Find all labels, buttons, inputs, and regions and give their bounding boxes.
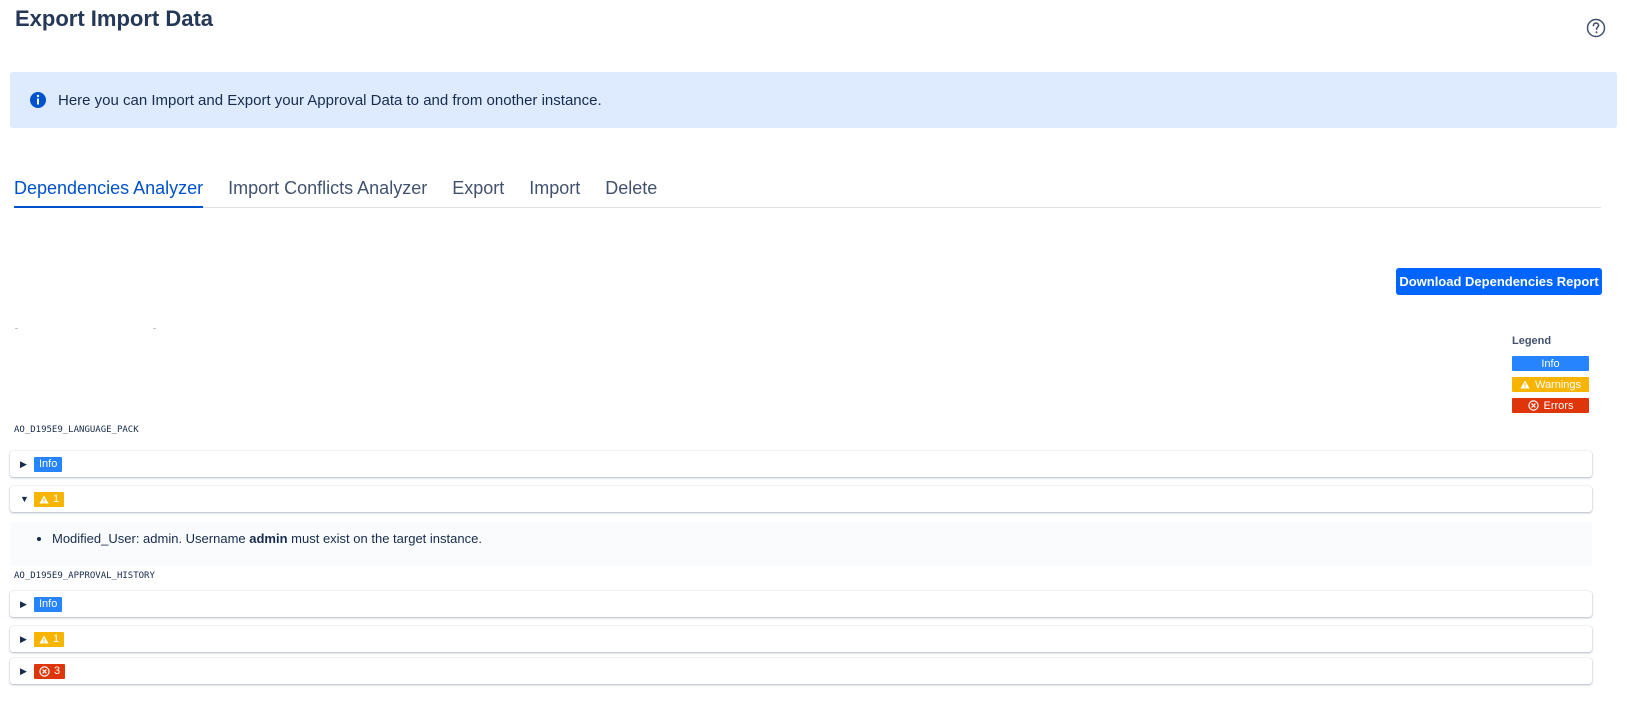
warning-triangle-icon [39, 495, 49, 504]
table-name-language-pack: AO_D195E9_LANGUAGE_PACK [14, 425, 139, 435]
warnings-detail-list: Modified_User: admin. Username admin mus… [10, 531, 1592, 546]
detail-text-suffix: must exist on the target instance. [287, 531, 482, 546]
legend-title: Legend [1512, 335, 1552, 347]
warnings-detail-panel: Modified_User: admin. Username admin mus… [10, 522, 1592, 566]
page-title: Export Import Data [15, 6, 214, 31]
warnings-count: 1 [53, 633, 60, 645]
info-row[interactable]: ▶ Info [10, 451, 1592, 477]
info-banner-text: Here you can Import and Export your Appr… [58, 91, 602, 109]
tab-export[interactable]: Export [452, 178, 504, 206]
collapsed-arrow-icon: ▶ [20, 458, 27, 469]
table-name-approval-history: AO_D195E9_APPROVAL_HISTORY [14, 571, 155, 581]
info-badge-label: Info [39, 598, 58, 610]
tab-import-conflicts-analyzer[interactable]: Import Conflicts Analyzer [228, 178, 427, 206]
detail-text-prefix: Modified_User: admin. Username [52, 531, 250, 546]
warnings-row[interactable]: ▼ 1 [10, 486, 1592, 512]
info-row[interactable]: ▶ Info [10, 591, 1592, 617]
warning-triangle-icon [1520, 380, 1530, 389]
warnings-count: 1 [53, 493, 60, 505]
tab-delete[interactable]: Delete [605, 178, 657, 206]
legend-info-label: Info [1541, 357, 1560, 370]
info-badge: Info [34, 596, 63, 612]
collapsed-arrow-icon: ▶ [20, 633, 27, 644]
errors-count: 3 [54, 665, 61, 677]
warnings-row[interactable]: ▶ 1 [10, 626, 1592, 652]
expanded-arrow-icon: ▼ [20, 494, 29, 504]
legend-errors-label: Errors [1543, 399, 1574, 412]
warning-triangle-icon [39, 635, 49, 644]
legend-warnings-badge: Warnings [1512, 377, 1589, 392]
question-circle-icon[interactable] [1586, 18, 1606, 38]
tab-import[interactable]: Import [529, 178, 580, 206]
warnings-badge: 1 [34, 491, 65, 507]
legend-warnings-label: Warnings [1534, 378, 1582, 391]
error-circle-icon [1527, 400, 1539, 411]
legend: Legend Info Warnings Errors [1512, 335, 1592, 419]
list-item: Modified_User: admin. Username admin mus… [52, 531, 1592, 546]
legend-info-badge: Info [1512, 356, 1589, 371]
info-banner: Here you can Import and Export your Appr… [10, 72, 1617, 128]
warnings-badge: 1 [34, 631, 65, 647]
errors-badge: 3 [34, 663, 66, 679]
info-badge: Info [34, 456, 63, 472]
tab-bar: Dependencies Analyzer Import Conflicts A… [14, 178, 1601, 208]
errors-row[interactable]: ▶ 3 [10, 658, 1592, 684]
info-badge-label: Info [39, 458, 58, 470]
detail-username: admin [249, 531, 288, 546]
collapsed-arrow-icon: ▶ [20, 665, 27, 676]
legend-errors-badge: Errors [1512, 398, 1589, 413]
info-circle-icon [29, 91, 47, 109]
tab-dependencies-analyzer[interactable]: Dependencies Analyzer [14, 178, 204, 208]
error-circle-icon [39, 665, 50, 677]
download-dependencies-report-button[interactable]: Download Dependencies Report [1396, 268, 1602, 295]
collapsed-arrow-icon: ▶ [20, 598, 27, 609]
